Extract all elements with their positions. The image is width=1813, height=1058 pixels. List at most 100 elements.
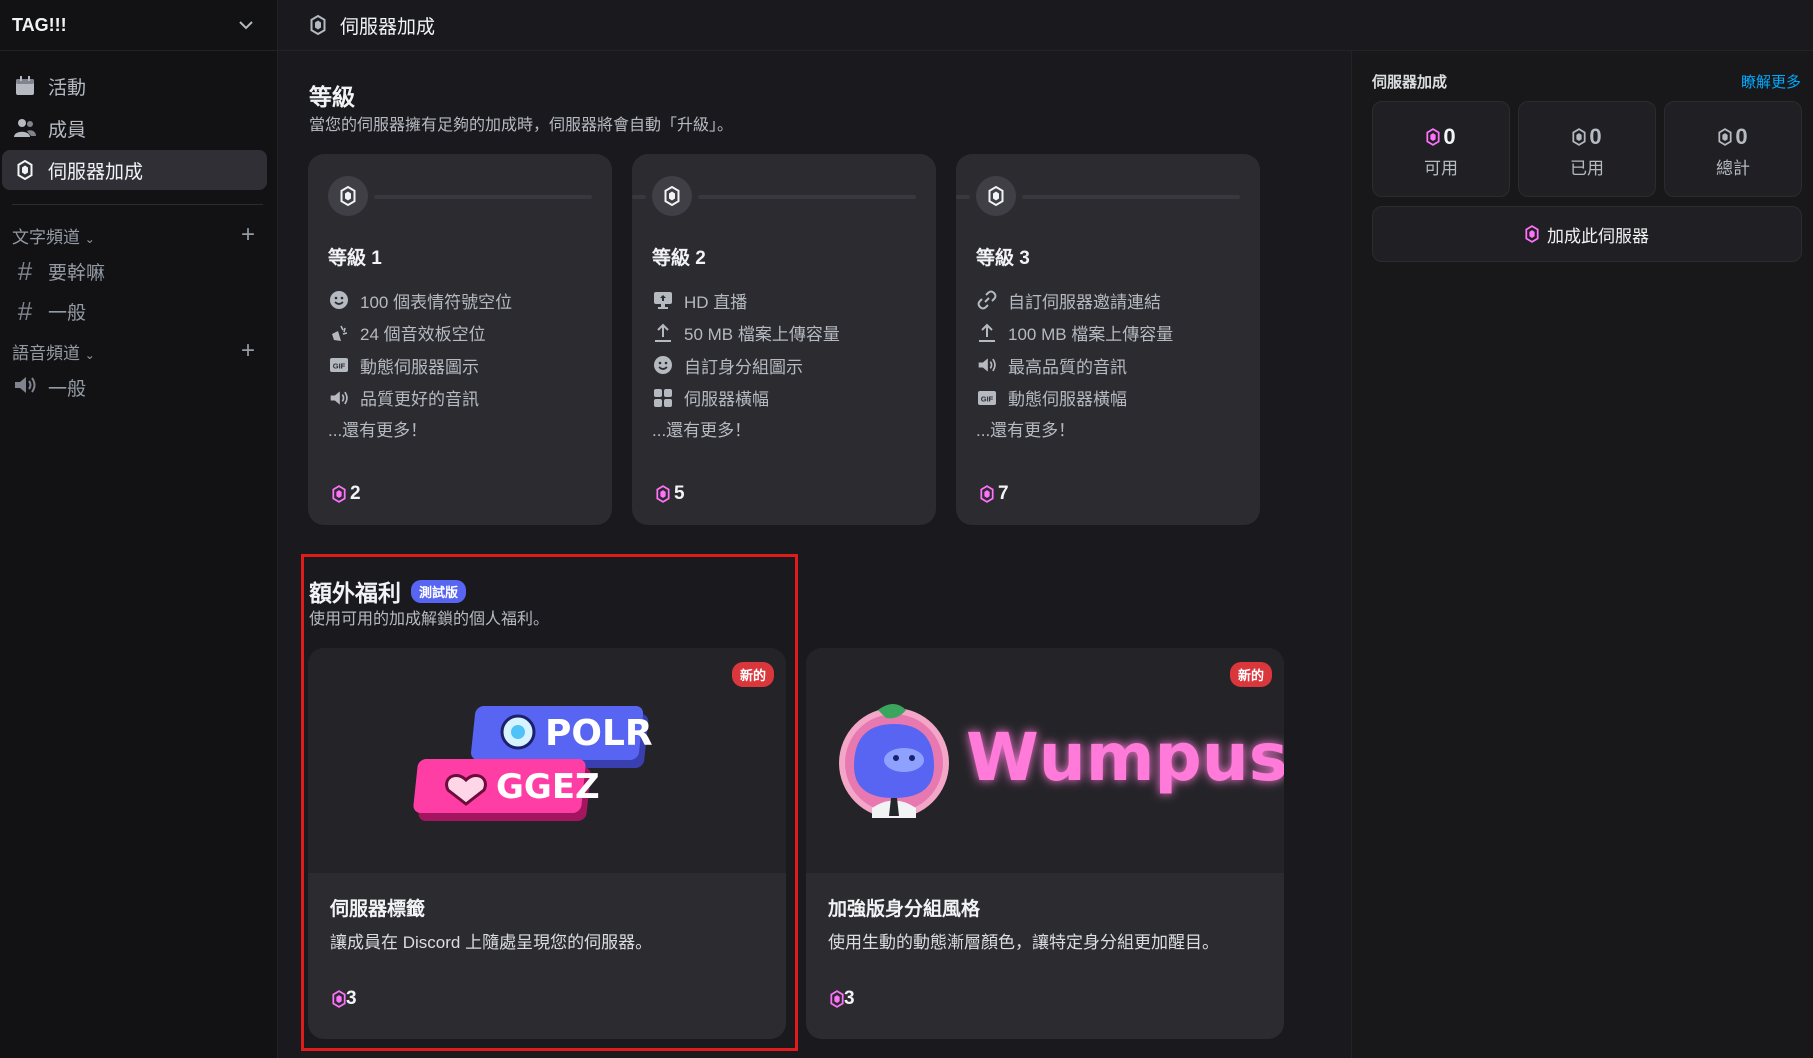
voice-channel-item[interactable]: 一般 xyxy=(0,367,277,407)
boost-gem-icon xyxy=(1718,127,1732,147)
grid-icon xyxy=(652,387,674,409)
gif-icon: GIF xyxy=(976,387,998,409)
levels-title: 等級 xyxy=(309,84,355,110)
more-perks-text: ...還有更多！ xyxy=(328,421,428,440)
upload-icon xyxy=(652,322,674,344)
server-tag-illustration: POLR GGEZ xyxy=(413,706,653,821)
gif-icon: GIF xyxy=(328,354,350,376)
progress-track xyxy=(632,195,646,199)
levels-subtitle: 當您的伺服器擁有足夠的加成時，伺服器將會自動「升級」。 xyxy=(309,117,734,134)
sidebar-item-activity[interactable]: 活動 xyxy=(2,66,267,106)
tag-ggez-text: GGEZ xyxy=(496,767,600,807)
progress-track xyxy=(374,195,592,199)
perk-card-enhanced-role-style[interactable]: Wumpus 新的 加強版身分組風格 使用生動的動態漸層顏色，讓特定身分組更加醒… xyxy=(806,648,1284,1039)
boost-cost: 3 xyxy=(332,988,357,1010)
boost-gem-icon xyxy=(328,176,368,216)
learn-more-link[interactable]: 瞭解更多 xyxy=(1741,71,1801,92)
channel-item[interactable]: # 要幹嘛 xyxy=(0,251,277,291)
emoji-icon xyxy=(328,289,350,311)
perk-card-server-tag[interactable]: POLR GGEZ 新的 伺服器標籤 讓成員在 Discord 上隨處呈現您的伺… xyxy=(308,648,786,1039)
panel-title: 伺服器加成 xyxy=(1372,74,1448,91)
channel-item[interactable]: # 一般 xyxy=(0,291,277,331)
boost-summary-panel: 伺服器加成 瞭解更多 0 可用 0 已用 0 總計 加成此伺服器 xyxy=(1351,51,1813,1058)
tag-polr-text: POLR xyxy=(545,713,653,754)
chevron-down-icon[interactable] xyxy=(237,16,255,34)
channel-label: 要幹嘛 xyxy=(48,262,106,284)
perk-list: HD 直播 50 MB 檔案上傳容量 自訂身分組圖示 伺服器橫幅 xyxy=(652,284,840,414)
cost-value: 5 xyxy=(674,483,685,504)
role-style-artwork: Wumpus 新的 xyxy=(806,648,1284,873)
server-tag-artwork: POLR GGEZ 新的 xyxy=(308,648,786,873)
boost-gem-icon xyxy=(976,176,1016,216)
boost-cost: 2 xyxy=(332,483,361,505)
cost-value: 2 xyxy=(350,483,361,504)
boost-gem-icon xyxy=(332,989,346,1009)
perk-title: 加強版身分組風格 xyxy=(828,899,981,920)
boost-server-button[interactable]: 加成此伺服器 xyxy=(1372,206,1802,262)
add-channel-icon[interactable]: + xyxy=(241,223,255,247)
beta-badge: 測試版 xyxy=(411,580,467,604)
boost-gem-icon xyxy=(310,15,326,35)
members-icon xyxy=(12,115,38,141)
more-perks-text: ...還有更多！ xyxy=(976,421,1076,440)
cost-value: 3 xyxy=(346,988,357,1009)
topbar: 伺服器加成 xyxy=(278,0,1813,51)
perk-item: 自訂伺服器邀請連結 xyxy=(976,284,1173,317)
progress-track xyxy=(1022,195,1240,199)
category-voice-channels[interactable]: 語音頻道 ⌄ + xyxy=(0,335,277,367)
perk-label: 24 個音效板空位 xyxy=(360,325,486,345)
perk-item: 自訂身分組圖示 xyxy=(652,349,840,382)
server-header[interactable]: TAG!!! xyxy=(0,0,277,51)
chevron-down-icon: ⌄ xyxy=(84,231,95,246)
stat-value: 0 xyxy=(1443,124,1456,149)
stat-label: 總計 xyxy=(1716,159,1750,178)
perks-title: 額外福利 測試版 xyxy=(309,574,467,608)
sidebar-nav: 活動 成員 伺服器加成 xyxy=(0,51,277,190)
hashtag-icon: # xyxy=(17,295,33,326)
perk-item: 伺服器橫幅 xyxy=(652,382,840,415)
boost-gem-icon xyxy=(1525,224,1539,244)
new-badge: 新的 xyxy=(1229,662,1272,687)
cost-value: 7 xyxy=(998,483,1009,504)
sidebar-item-members[interactable]: 成員 xyxy=(2,108,267,148)
category-text-channels[interactable]: 文字頻道 ⌄ + xyxy=(0,219,277,251)
speaker-icon xyxy=(976,354,998,376)
perk-label: 自訂身分組圖示 xyxy=(684,357,803,377)
channel-label: 一般 xyxy=(48,302,87,324)
level-card-2: 等級 2 HD 直播 50 MB 檔案上傳容量 自訂身分組圖示 伺服器橫幅 ..… xyxy=(632,154,936,525)
boost-gem-icon xyxy=(1572,127,1586,147)
perk-item: 100 MB 檔案上傳容量 xyxy=(976,317,1173,350)
stat-label: 已用 xyxy=(1570,159,1604,178)
sidebar: TAG!!! 活動 成員 伺服器加成 文字頻道 ⌄ + # 要幹嘛 # 一般 語… xyxy=(0,0,278,1058)
stat-available: 0 可用 xyxy=(1372,101,1510,197)
boost-gem-icon xyxy=(830,989,844,1009)
boost-gem-icon xyxy=(1426,127,1440,147)
soundboard-icon xyxy=(328,322,350,344)
perk-title: 伺服器標籤 xyxy=(330,899,426,920)
channel-label: 一般 xyxy=(48,378,87,400)
sidebar-item-server-boost[interactable]: 伺服器加成 xyxy=(2,150,267,190)
boost-gem-icon xyxy=(332,484,346,504)
sidebar-divider xyxy=(12,204,263,205)
category-label: 語音頻道 xyxy=(12,343,80,363)
perk-list: 100 個表情符號空位 24 個音效板空位 GIF 動態伺服器圖示 品質更好的音訊 xyxy=(328,284,512,414)
perk-description: 使用生動的動態漸層顏色，讓特定身分組更加醒目。 xyxy=(828,933,1219,952)
stat-value: 0 xyxy=(1589,124,1602,149)
level-title: 等級 2 xyxy=(652,248,706,269)
perk-label: 動態伺服器橫幅 xyxy=(1008,390,1127,410)
chevron-down-icon: ⌄ xyxy=(84,347,95,362)
sidebar-item-label: 伺服器加成 xyxy=(48,161,144,183)
category-label: 文字頻道 xyxy=(12,227,80,247)
speaker-icon xyxy=(12,372,38,403)
perks-subtitle: 使用可用的加成解鎖的個人福利。 xyxy=(309,611,550,628)
stat-value: 0 xyxy=(1735,124,1748,149)
boost-gem-icon xyxy=(652,176,692,216)
add-channel-icon[interactable]: + xyxy=(241,339,255,363)
stat-total: 0 總計 xyxy=(1664,101,1802,197)
level-card-3: 等級 3 自訂伺服器邀請連結 100 MB 檔案上傳容量 最高品質的音訊 GIF… xyxy=(956,154,1260,525)
perk-item: GIF 動態伺服器橫幅 xyxy=(976,382,1173,415)
perk-label: 100 MB 檔案上傳容量 xyxy=(1008,325,1174,345)
progress-track xyxy=(956,195,970,199)
level-card-1: 等級 1 100 個表情符號空位 24 個音效板空位 GIF 動態伺服器圖示 品質… xyxy=(308,154,612,525)
stat-used: 0 已用 xyxy=(1518,101,1656,197)
